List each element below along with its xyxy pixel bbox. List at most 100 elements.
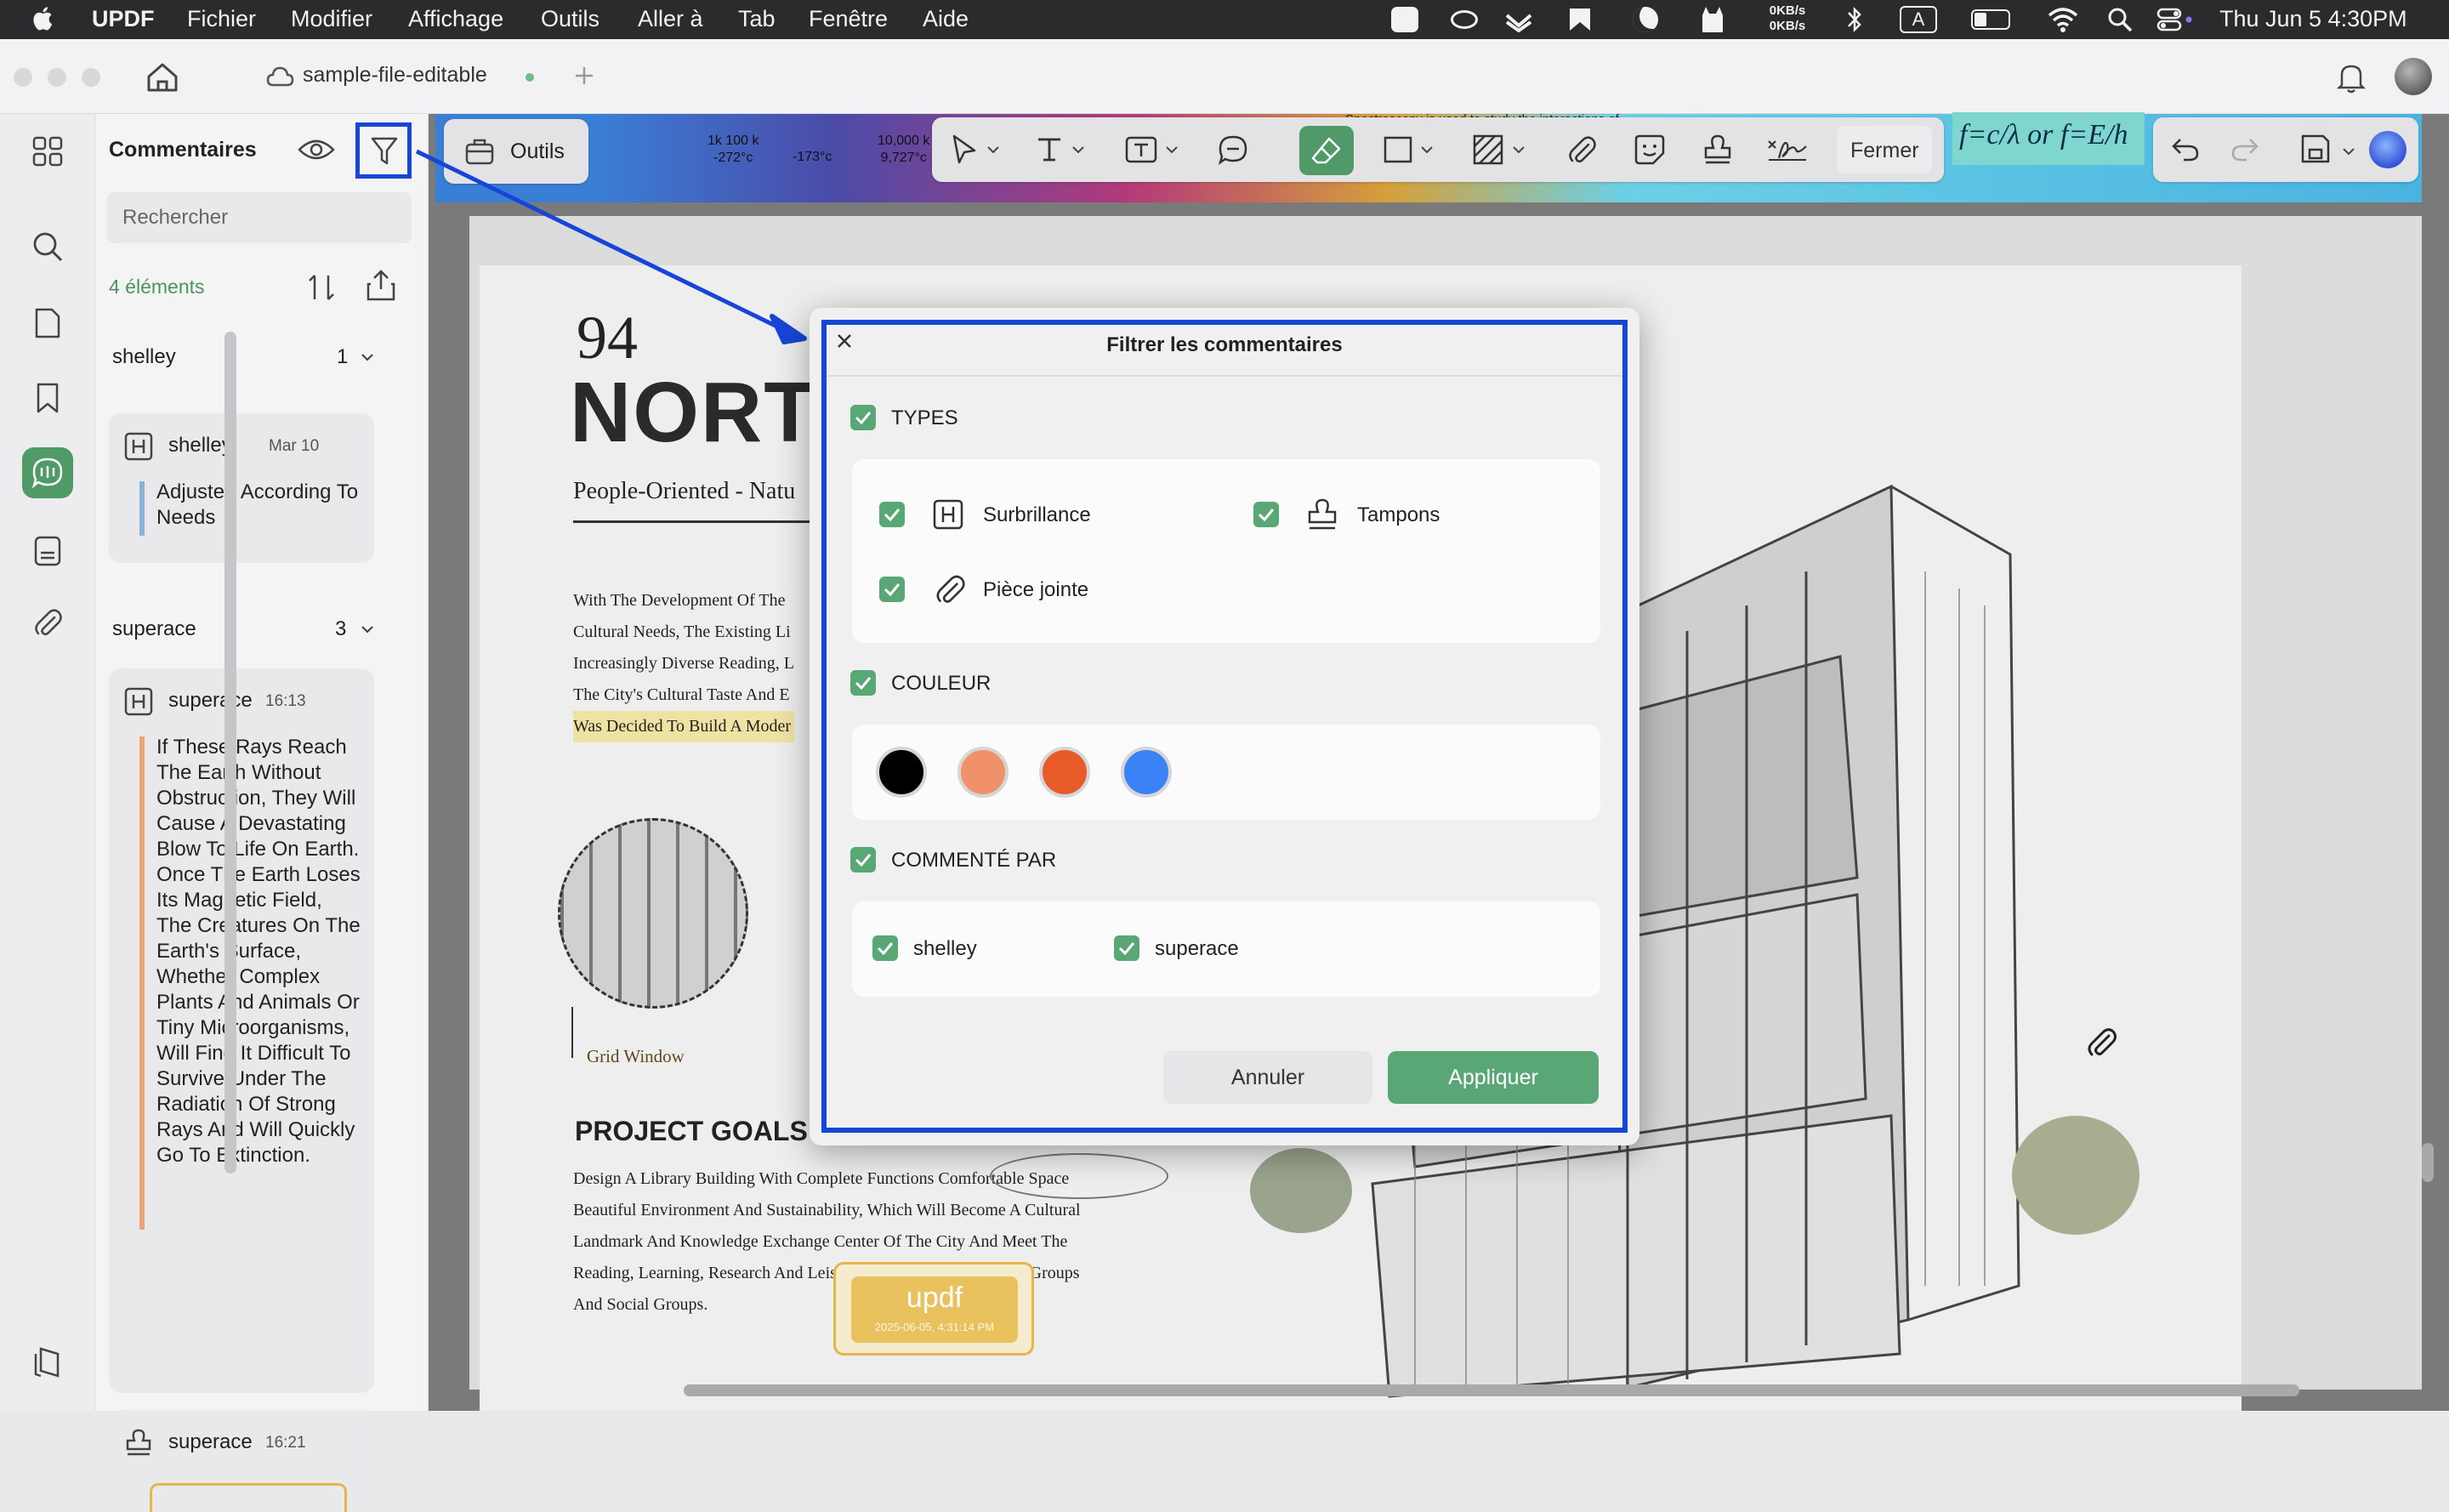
- new-tab-icon[interactable]: [573, 65, 595, 87]
- search-input[interactable]: Rechercher: [107, 192, 412, 243]
- attachment-rail-icon[interactable]: [24, 599, 71, 646]
- attachment-annotation-icon[interactable]: [2085, 1024, 2119, 1061]
- window-close-button[interactable]: [14, 68, 32, 87]
- textbox-tool-icon[interactable]: [1121, 129, 1162, 170]
- apply-button[interactable]: Appliquer: [1388, 1051, 1599, 1104]
- author-superace-checkbox[interactable]: [1114, 935, 1139, 961]
- tools-button[interactable]: Outils: [444, 119, 588, 184]
- close-toolbar-button[interactable]: Fermer: [1837, 126, 1932, 173]
- oval-annotation[interactable]: [990, 1153, 1168, 1199]
- cancel-button[interactable]: Annuler: [1163, 1051, 1372, 1104]
- color-swatch-black[interactable]: [876, 747, 927, 798]
- search-icon[interactable]: [24, 223, 71, 270]
- eraser-tool-icon[interactable]: [1299, 126, 1354, 175]
- comments-icon[interactable]: [22, 447, 73, 498]
- wifi-icon[interactable]: [2048, 7, 2078, 32]
- horizontal-scrollbar[interactable]: [684, 1384, 2299, 1396]
- group-header-superace[interactable]: superace 3: [95, 609, 393, 648]
- menu-outils[interactable]: Outils: [541, 6, 599, 32]
- commented-by-checkbox[interactable]: [850, 847, 876, 873]
- chevron-down-icon[interactable]: [1066, 129, 1090, 170]
- visibility-eye-icon[interactable]: [298, 136, 335, 163]
- comment-card[interactable]: superace 16:21: [109, 1410, 374, 1512]
- area-hatch-tool-icon[interactable]: [1468, 129, 1509, 170]
- color-checkbox[interactable]: [850, 670, 876, 696]
- text-tool-icon[interactable]: [1029, 129, 1070, 170]
- menu-fenetre[interactable]: Fenêtre: [809, 6, 888, 32]
- stamp-tool-icon[interactable]: [1697, 129, 1738, 170]
- attachment-tool-icon[interactable]: [1561, 129, 1602, 170]
- bookmark-status-icon[interactable]: [1568, 7, 1592, 32]
- stamps-type-checkbox[interactable]: [1253, 502, 1279, 527]
- sticker-tool-icon[interactable]: [1629, 129, 1670, 170]
- notification-bell-icon[interactable]: [2337, 61, 2366, 94]
- window-zoom-button[interactable]: [82, 68, 100, 87]
- ai-assistant-icon[interactable]: [2369, 131, 2406, 168]
- filter-comments-dialog: Filtrer les commentaires TYPES Surbrilla…: [810, 308, 1639, 1145]
- types-checkbox[interactable]: [850, 405, 876, 430]
- window-minimize-button[interactable]: [48, 68, 66, 87]
- comment-author: superace: [168, 689, 253, 712]
- chevron-down-icon[interactable]: [1415, 129, 1439, 170]
- layers-icon[interactable]: [24, 1339, 71, 1386]
- thumbnails-icon[interactable]: [24, 128, 71, 175]
- cat-status-icon[interactable]: [1699, 5, 1726, 34]
- vertical-scrollbar[interactable]: [2422, 1143, 2434, 1182]
- color-swatch-orange[interactable]: [1039, 747, 1090, 798]
- color-swatch-light-orange[interactable]: [957, 747, 1009, 798]
- home-icon[interactable]: [145, 61, 180, 94]
- save-icon[interactable]: [2299, 133, 2332, 165]
- comment-color-bar: [139, 736, 145, 1230]
- control-center-icon[interactable]: [2156, 7, 2194, 32]
- form-icon[interactable]: [24, 527, 71, 575]
- panel-scrollbar[interactable]: [224, 332, 236, 1174]
- menu-fichier[interactable]: Fichier: [187, 6, 256, 32]
- spectrum-label-1: 1k 100 k -272°c: [707, 134, 759, 165]
- group-header-shelley[interactable]: shelley 1: [95, 337, 393, 376]
- spotlight-search-icon[interactable]: [2107, 7, 2133, 32]
- highlight-type-icon: [124, 432, 153, 461]
- spectrum-label-2: -173°c: [793, 150, 832, 164]
- comment-card[interactable]: shelley Mar 10 Adjusted According To Nee…: [109, 413, 374, 563]
- highlighted-text[interactable]: Was Decided To Build A Moder: [573, 711, 795, 742]
- menu-modifier[interactable]: Modifier: [291, 6, 372, 32]
- select-tool-icon[interactable]: [944, 129, 985, 170]
- menu-clock[interactable]: Thu Jun 5 4:30PM: [2219, 6, 2407, 32]
- document-tab-title[interactable]: sample-file-editable: [303, 63, 487, 88]
- disk-status-icon[interactable]: [1451, 10, 1478, 29]
- author-shelley-checkbox[interactable]: [872, 935, 898, 961]
- menu-affichage[interactable]: Affichage: [408, 6, 503, 32]
- updf-status-icon[interactable]: [1391, 7, 1418, 32]
- apple-icon[interactable]: [32, 5, 56, 32]
- filter-button[interactable]: [355, 122, 412, 179]
- pages-icon[interactable]: [24, 299, 71, 347]
- color-swatch-blue[interactable]: [1121, 747, 1172, 798]
- chevron-down-icon[interactable]: [1507, 129, 1531, 170]
- moon-status-icon[interactable]: [1633, 7, 1658, 32]
- chevron-down-icon[interactable]: [981, 129, 1005, 170]
- updf-stamp[interactable]: updf 2025-06-05, 4:31:14 PM: [833, 1262, 1034, 1356]
- highlight-type-checkbox[interactable]: [879, 502, 905, 527]
- bluetooth-icon[interactable]: [1845, 5, 1864, 34]
- comment-card[interactable]: superace 16:13 If These Rays Reach The E…: [109, 668, 374, 1393]
- signature-tool-icon[interactable]: [1764, 129, 1811, 170]
- sort-icon[interactable]: [304, 272, 338, 303]
- menu-tab[interactable]: Tab: [738, 6, 776, 32]
- attachment-type-checkbox[interactable]: [879, 577, 905, 602]
- rectangle-tool-icon[interactable]: [1378, 129, 1418, 170]
- user-avatar[interactable]: [2395, 58, 2432, 95]
- battery-icon[interactable]: [1971, 9, 2010, 30]
- undo-icon[interactable]: [2170, 134, 2201, 163]
- menu-aller[interactable]: Aller à: [638, 6, 703, 32]
- note-tool-icon[interactable]: [1213, 129, 1253, 170]
- input-source-icon[interactable]: A: [1900, 6, 1937, 33]
- chevron-down-icon[interactable]: [2342, 146, 2355, 156]
- export-icon[interactable]: [364, 269, 398, 303]
- grid-window-image: [558, 818, 748, 1009]
- drive-status-icon[interactable]: [1503, 7, 1534, 32]
- chevron-down-icon[interactable]: [1160, 129, 1184, 170]
- menu-aide[interactable]: Aide: [923, 6, 969, 32]
- redo-icon[interactable]: [2230, 134, 2260, 163]
- bookmark-icon[interactable]: [24, 374, 71, 422]
- app-menu[interactable]: UPDF: [92, 6, 155, 32]
